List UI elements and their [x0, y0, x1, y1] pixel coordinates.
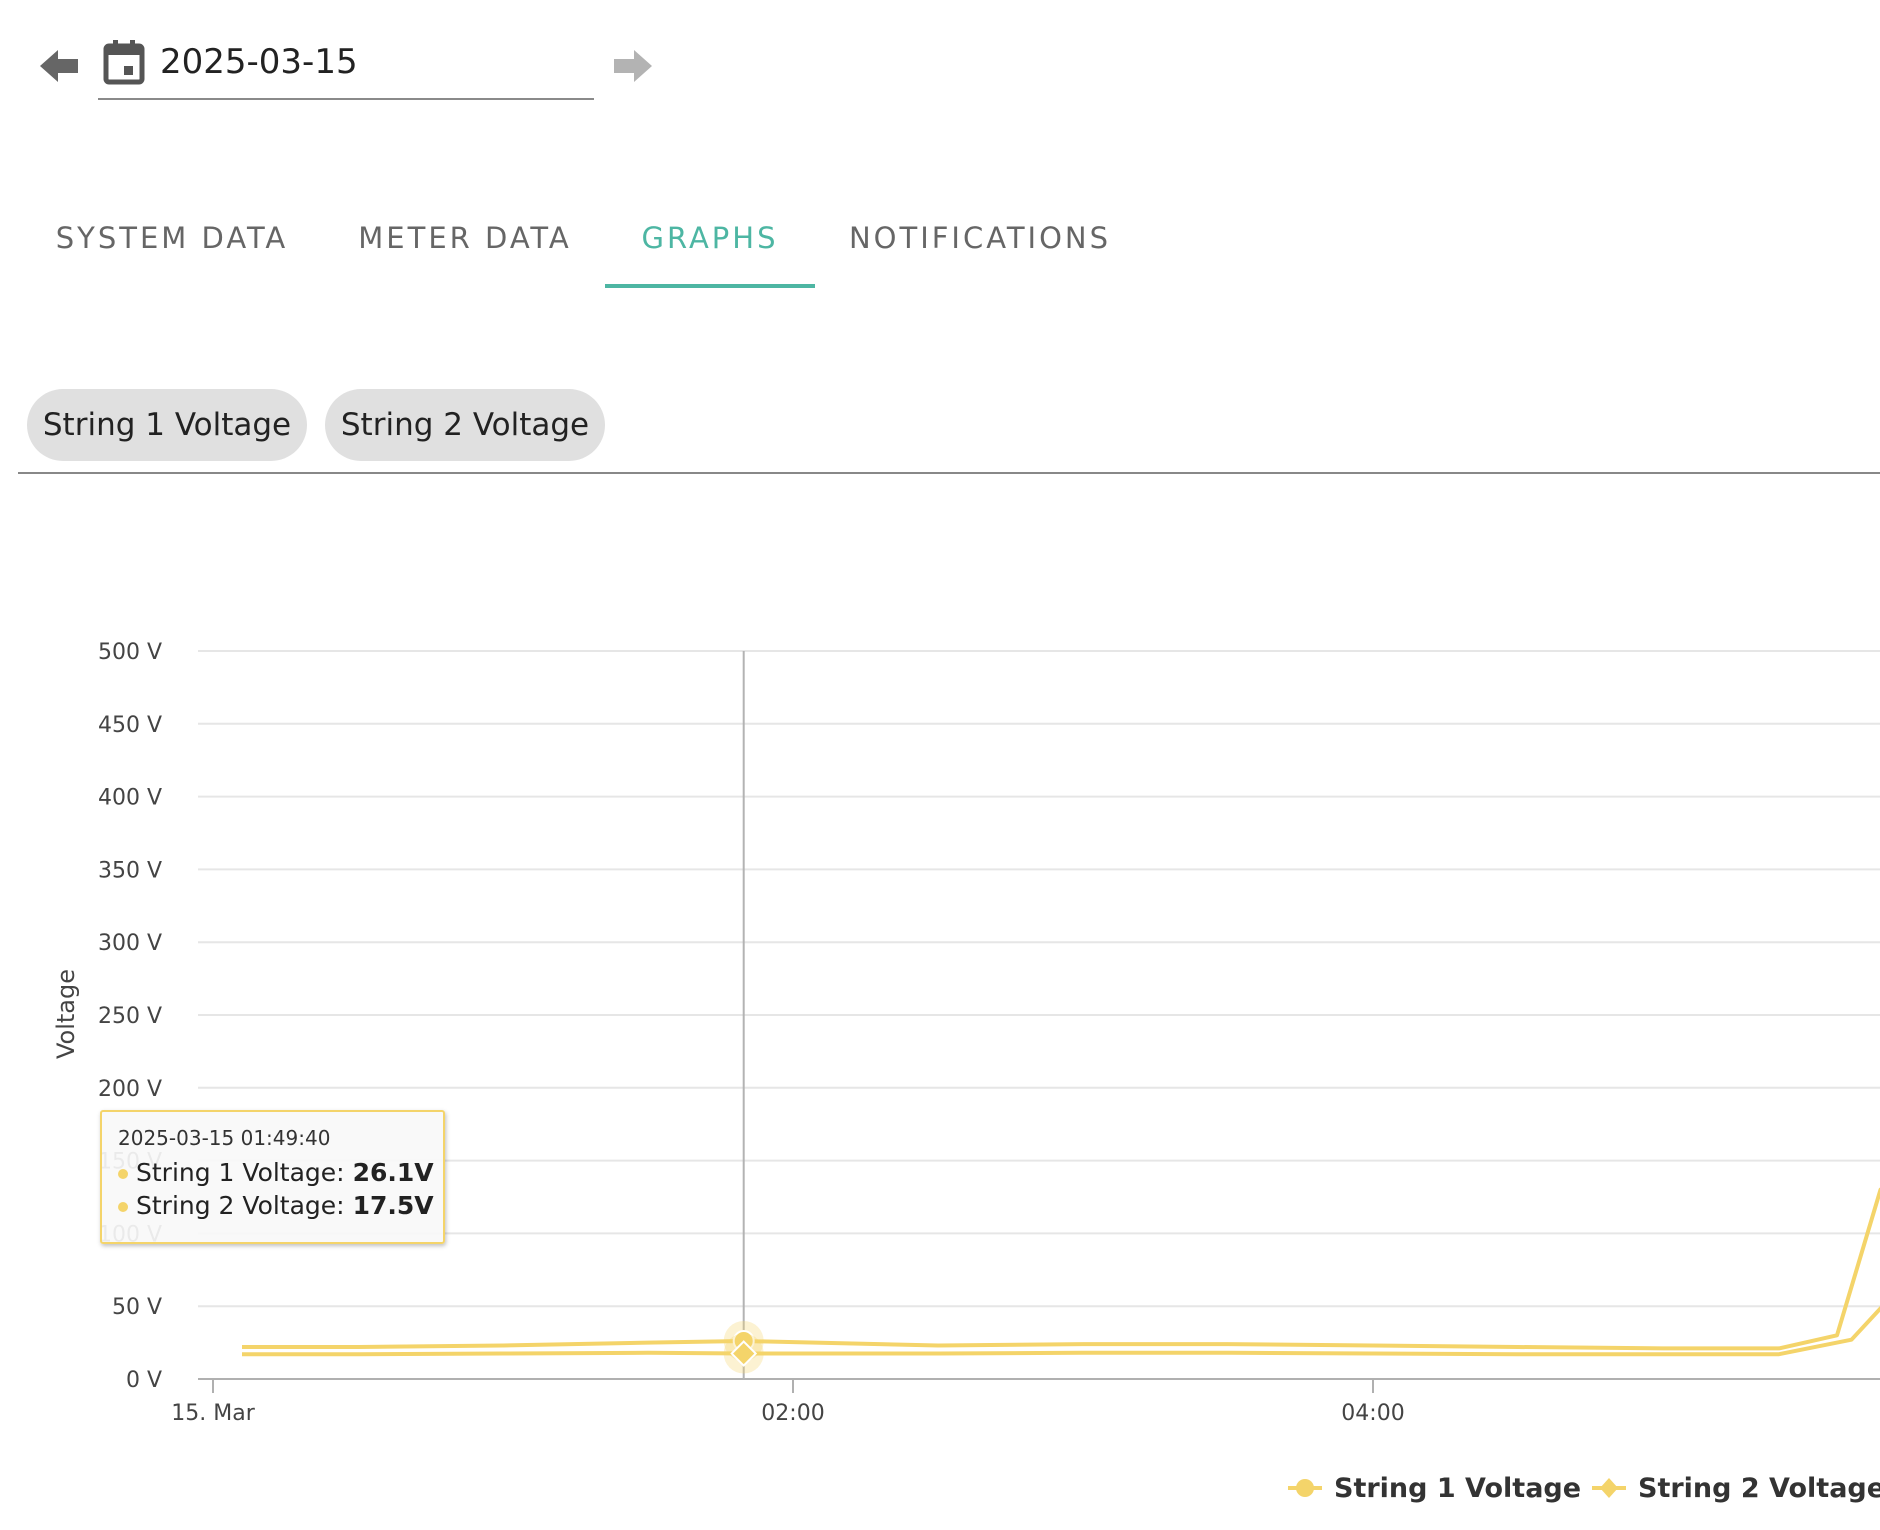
tooltip-row-string-2: String 2 Voltage: 17.5V: [118, 1189, 443, 1222]
tab-meter-data[interactable]: METER DATA: [346, 210, 584, 288]
y-tick-label: 300 V: [98, 931, 162, 956]
y-tick-label: 50 V: [112, 1295, 162, 1320]
chart-legend[interactable]: String 1 Voltage String 2 Voltage: [1288, 1473, 1880, 1504]
tooltip-dot: [118, 1169, 128, 1179]
tooltip-label: String 2 Voltage:: [136, 1191, 353, 1220]
tab-notifications[interactable]: NOTIFICATIONS: [840, 210, 1120, 288]
previous-day-arrow-icon[interactable]: [38, 44, 82, 88]
series-line-string-2: [242, 1305, 1880, 1357]
series-chip-string-2-voltage[interactable]: String 2 Voltage: [325, 389, 605, 461]
y-tick-label: 500 V: [98, 640, 162, 665]
date-input[interactable]: [160, 36, 580, 88]
y-tick-label: 350 V: [98, 858, 162, 883]
tooltip-timestamp: 2025-03-15 01:49:40: [118, 1126, 331, 1150]
y-tick-label: 250 V: [98, 1004, 162, 1029]
legend-item-string-1-voltage[interactable]: String 1 Voltage: [1334, 1473, 1581, 1504]
tooltip-row-string-1: String 1 Voltage: 26.1V: [118, 1156, 443, 1189]
y-tick-label: 450 V: [98, 713, 162, 738]
series-chip-string-1-voltage[interactable]: String 1 Voltage: [27, 389, 307, 461]
legend-marker-string-2: [1600, 1478, 1618, 1498]
calendar-icon[interactable]: [102, 38, 146, 86]
tooltip-label: String 1 Voltage:: [136, 1158, 353, 1187]
tooltip-value: 17.5V: [352, 1191, 434, 1220]
chart-grid: [198, 650, 1880, 1380]
chart-tooltip: 2025-03-15 01:49:40 String 1 Voltage: 26…: [100, 1110, 445, 1244]
chart-series: [242, 1187, 1880, 1374]
y-tick-label: 0 V: [126, 1368, 162, 1393]
legend-marker-string-1: [1296, 1479, 1314, 1497]
y-tick-label: 400 V: [98, 786, 162, 811]
x-tick-label: 15. Mar: [171, 1401, 255, 1426]
chips-divider: [18, 472, 1880, 474]
y-axis: 0 V50 V100 V150 V200 V250 V300 V350 V400…: [98, 640, 162, 1393]
voltage-line-chart[interactable]: 0 V50 V100 V150 V200 V250 V300 V350 V400…: [0, 600, 1880, 1530]
series-line-string-1: [242, 1187, 1880, 1351]
tooltip-value: 26.1V: [352, 1158, 434, 1187]
x-tick-label: 04:00: [1341, 1401, 1404, 1426]
y-axis-title: Voltage: [52, 969, 80, 1059]
tab-system-data[interactable]: SYSTEM DATA: [42, 210, 302, 288]
legend-item-string-2-voltage[interactable]: String 2 Voltage: [1638, 1473, 1880, 1504]
y-tick-label: 200 V: [98, 1077, 162, 1102]
x-tick-label: 02:00: [761, 1401, 824, 1426]
x-axis: 15. Mar02:0004:0006:0008:0010:00: [171, 1379, 1405, 1426]
next-day-arrow-icon[interactable]: [610, 44, 654, 88]
tab-graphs[interactable]: GRAPHS: [605, 210, 815, 288]
date-picker-field[interactable]: [98, 30, 594, 100]
tooltip-dot: [118, 1202, 128, 1212]
